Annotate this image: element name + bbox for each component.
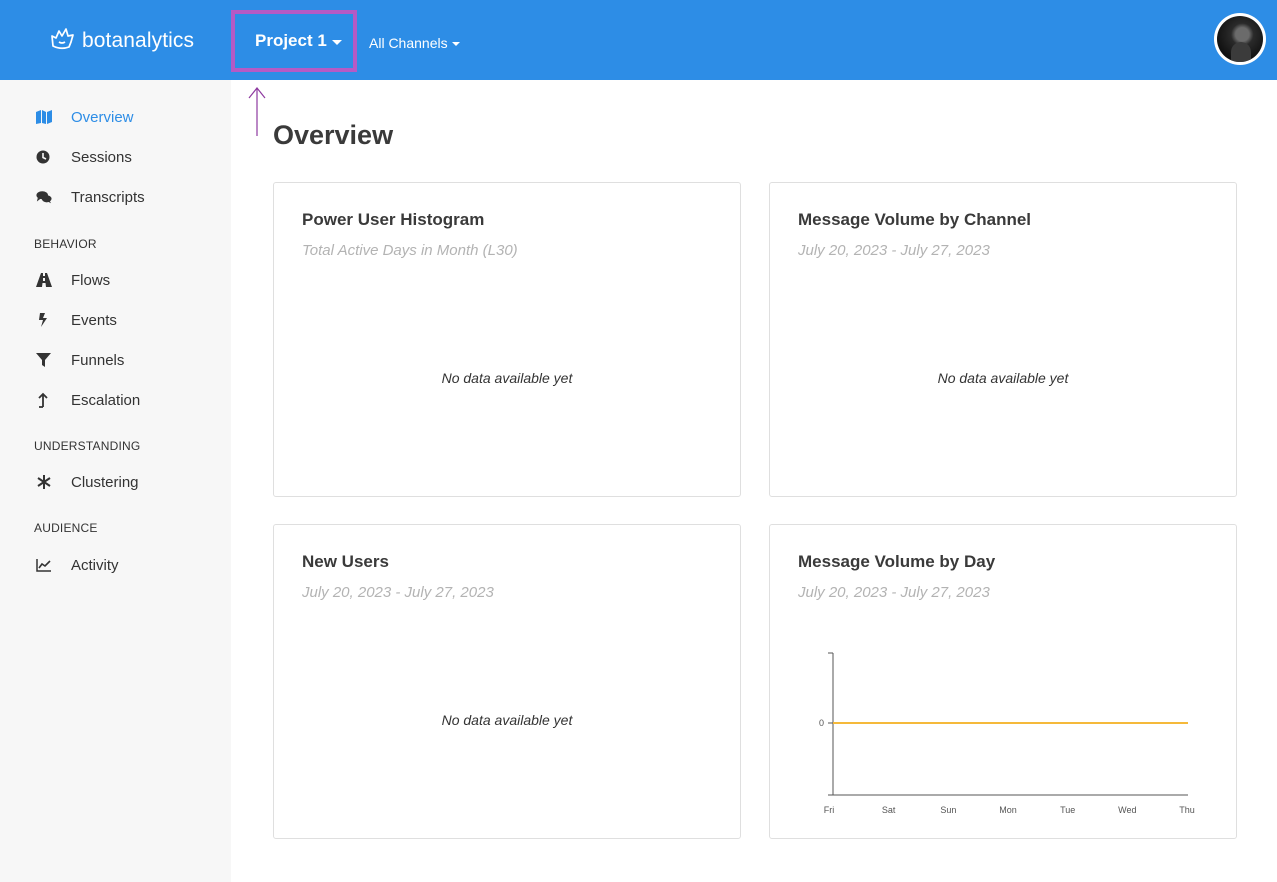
channels-dropdown[interactable]: All Channels (369, 33, 460, 53)
top-navbar: botanalytics Project 1 All Channels (0, 0, 1277, 80)
sidebar-item-transcripts[interactable]: Transcripts (36, 185, 145, 209)
section-header-behavior: BEHAVIOR (34, 237, 97, 251)
card-message-volume-by-day: Message Volume by Day July 20, 2023 - Ju… (769, 524, 1237, 839)
sidebar-item-label: Transcripts (71, 188, 145, 206)
card-subtitle: July 20, 2023 - July 27, 2023 (798, 242, 990, 259)
x-tick-label: Sun (940, 805, 956, 815)
empty-state-text: No data available yet (441, 712, 573, 728)
section-header-understanding: UNDERSTANDING (34, 439, 141, 453)
user-avatar[interactable] (1214, 13, 1266, 65)
x-tick-label: Thu (1179, 805, 1195, 815)
x-tick-label: Wed (1118, 805, 1136, 815)
card-subtitle: July 20, 2023 - July 27, 2023 (798, 584, 990, 601)
card-new-users: New Users July 20, 2023 - July 27, 2023 … (273, 524, 741, 839)
empty-state-text: No data available yet (441, 370, 573, 386)
sidebar-item-label: Escalation (71, 391, 141, 409)
x-tick-label: Sat (882, 805, 896, 815)
line-chart-icon (36, 556, 58, 574)
project-dropdown[interactable]: Project 1 (231, 10, 357, 72)
sidebar-item-overview[interactable]: Overview (36, 105, 134, 129)
arrow-up-icon (36, 391, 58, 409)
sidebar-item-label: Overview (71, 108, 134, 126)
chat-bubbles-icon (36, 188, 58, 206)
caret-down-icon (451, 42, 460, 46)
funnel-icon (36, 351, 58, 369)
brand-name: botanalytics (82, 29, 195, 52)
sidebar-item-label: Funnels (71, 351, 125, 369)
project-dropdown-label: Project 1 (255, 31, 327, 50)
annotation-arrow-icon (248, 87, 266, 136)
card-subtitle: Total Active Days in Month (L30) (302, 242, 518, 259)
sidebar-item-label: Events (71, 311, 117, 329)
card-title: Message Volume by Channel (798, 210, 1032, 229)
section-header-audience: AUDIENCE (34, 521, 98, 535)
sidebar-item-label: Flows (71, 271, 111, 289)
brand-logo-icon (48, 25, 82, 58)
card-title: Power User Histogram (302, 210, 485, 229)
card-power-user-histogram: Power User Histogram Total Active Days i… (273, 182, 741, 497)
sidebar-item-label: Activity (71, 556, 119, 574)
map-icon (36, 108, 58, 126)
card-message-volume-by-channel: Message Volume by Channel July 20, 2023 … (769, 182, 1237, 497)
sidebar-item-events[interactable]: Events (36, 308, 117, 332)
card-title: Message Volume by Day (798, 552, 996, 571)
sidebar-item-escalation[interactable]: Escalation (36, 388, 140, 412)
sidebar-item-flows[interactable]: Flows (36, 268, 110, 292)
clock-icon (36, 148, 58, 166)
x-tick-label: Tue (1060, 805, 1075, 815)
sidebar-item-funnels[interactable]: Funnels (36, 348, 124, 372)
brand-logo-link[interactable]: botanalytics (48, 24, 194, 58)
sidebar: Overview Sessions Transcripts BEHAVIOR F… (0, 80, 231, 882)
road-icon (36, 271, 58, 289)
caret-down-icon (331, 39, 342, 45)
card-title: New Users (302, 552, 389, 571)
empty-state-text: No data available yet (937, 370, 1069, 386)
sidebar-item-activity[interactable]: Activity (36, 553, 119, 577)
x-tick-label: Mon (999, 805, 1017, 815)
card-subtitle: July 20, 2023 - July 27, 2023 (302, 584, 494, 601)
channels-dropdown-label: All Channels (369, 35, 448, 51)
sidebar-item-label: Sessions (71, 148, 132, 166)
bolt-icon (36, 311, 58, 329)
message-volume-line-chart: 0 Fri Sat Sun Mon Tue Wed Thu (819, 652, 1195, 815)
sidebar-item-clustering[interactable]: Clustering (36, 470, 139, 494)
x-tick-label: Fri (824, 805, 835, 815)
sidebar-item-sessions[interactable]: Sessions (36, 145, 132, 169)
sidebar-item-label: Clustering (71, 473, 139, 491)
avatar-image (1217, 16, 1263, 62)
page-title: Overview (273, 120, 394, 150)
asterisk-icon (36, 473, 58, 491)
y-tick-label: 0 (819, 718, 824, 728)
